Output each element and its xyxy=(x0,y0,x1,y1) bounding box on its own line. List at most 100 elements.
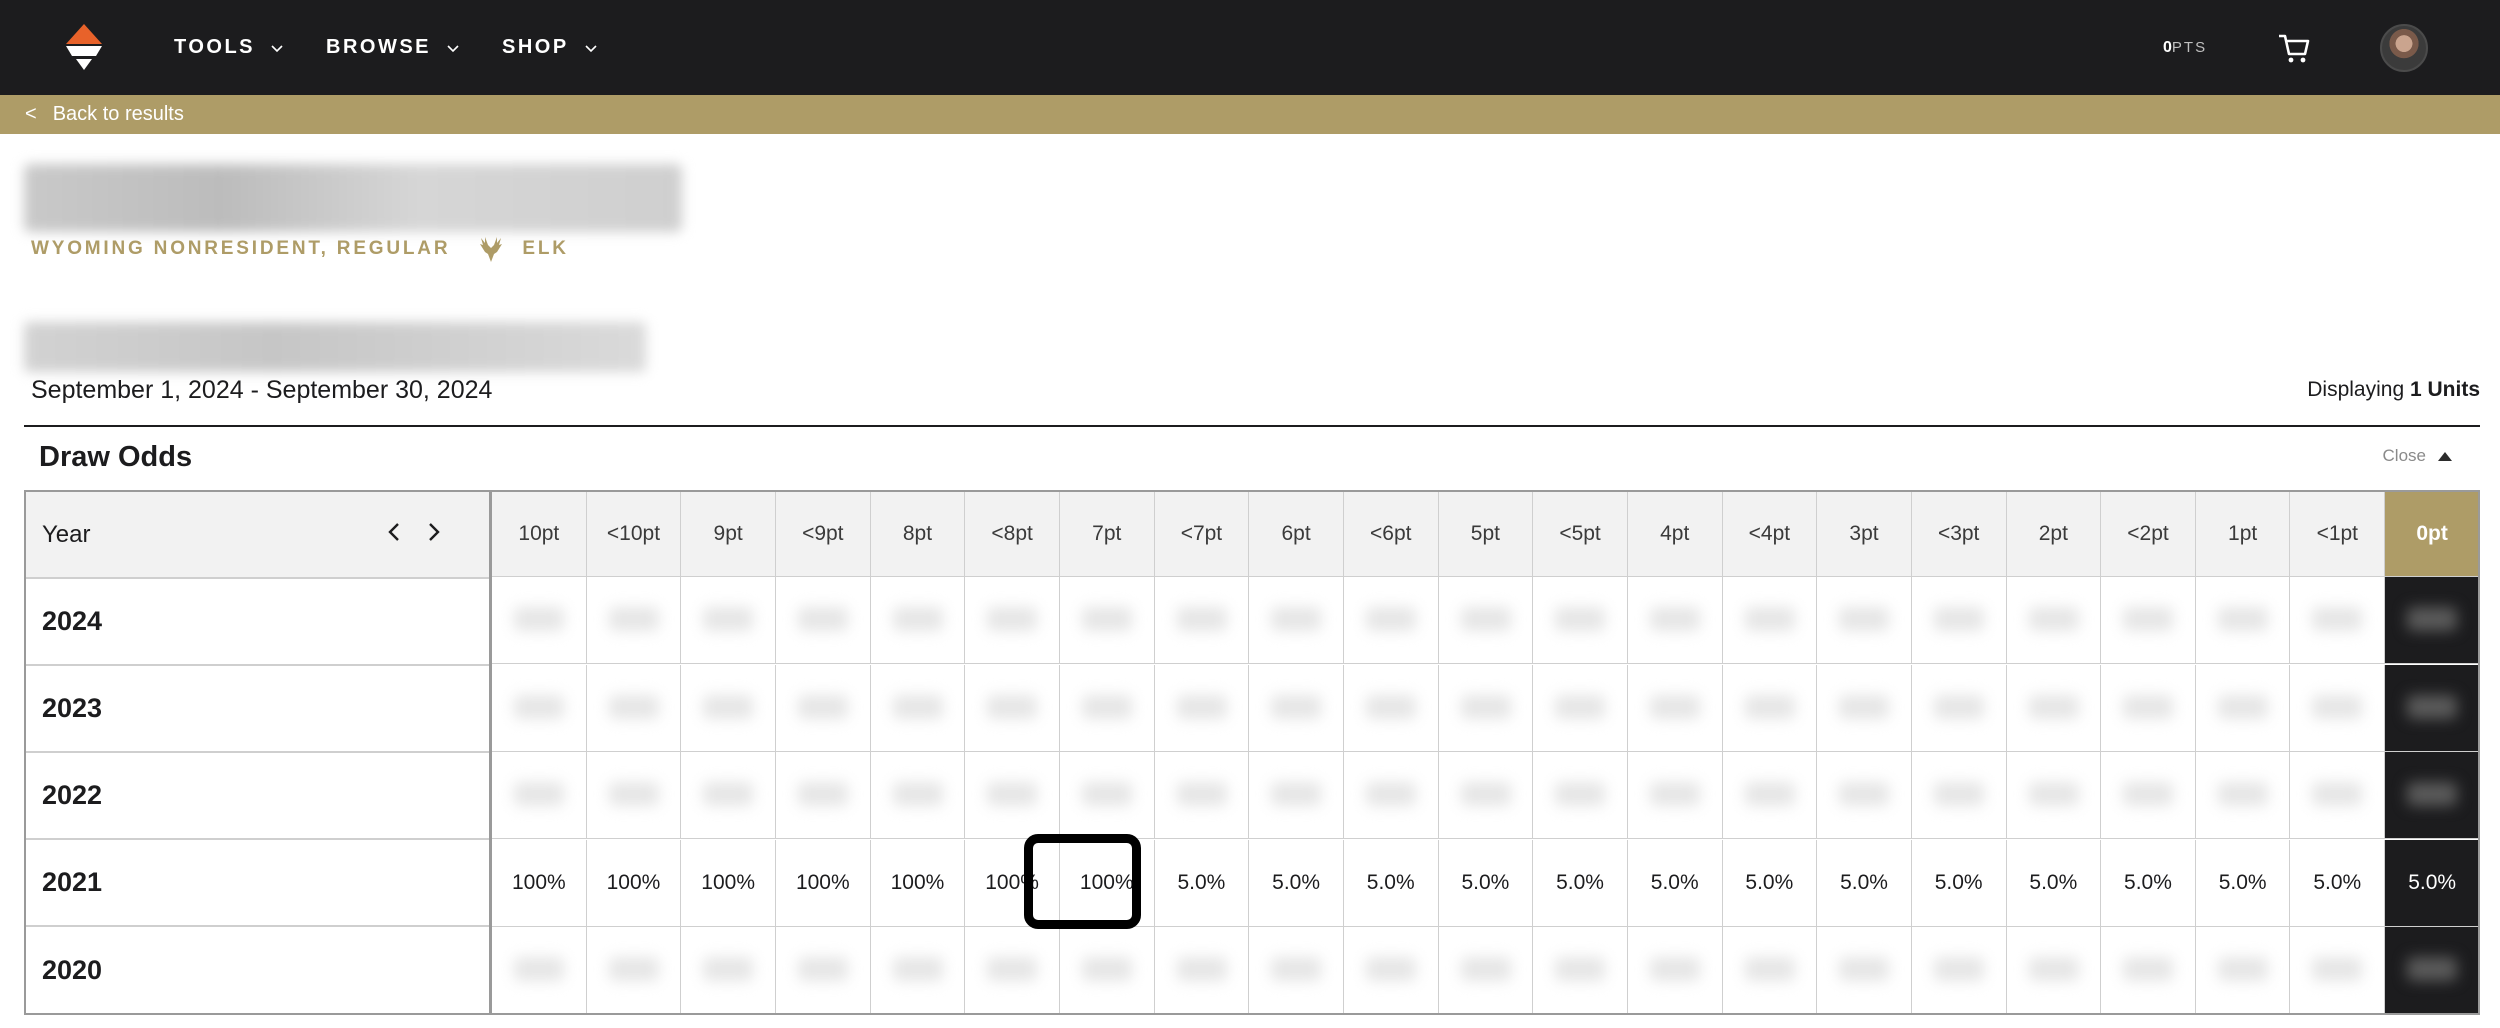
odds-cell-redacted xyxy=(492,664,587,752)
odds-cell-redacted xyxy=(1154,577,1250,664)
odds-cell-redacted xyxy=(2385,927,2481,1015)
odds-cell-redacted xyxy=(2195,664,2291,752)
odds-cell-redacted xyxy=(2385,577,2481,664)
odds-cell-redacted xyxy=(870,577,966,664)
points-column-header: <6pt xyxy=(1343,490,1439,577)
nav-shop-label: SHOP xyxy=(502,36,569,58)
odds-cell-redacted xyxy=(681,752,776,840)
odds-cell-redacted xyxy=(775,752,871,840)
odds-cell-redacted xyxy=(1817,752,1912,840)
odds-cell-redacted xyxy=(1533,577,1628,664)
points-column-header: 3pt xyxy=(1817,490,1912,577)
odds-cell-redacted xyxy=(965,752,1060,840)
odds-cell-redacted xyxy=(1627,752,1723,840)
nav-tools[interactable]: TOOLS xyxy=(174,0,285,95)
odds-cell-redacted xyxy=(1911,664,2007,752)
odds-cell: 100% xyxy=(586,839,682,927)
odds-cell: 5.0% xyxy=(1154,839,1250,927)
odds-cell-redacted xyxy=(1343,752,1439,840)
odds-row xyxy=(492,752,2481,840)
odds-cell-redacted xyxy=(1627,664,1723,752)
odds-cell-redacted xyxy=(1438,752,1534,840)
odds-cell: 5.0% xyxy=(1817,839,1912,927)
points-suffix: PTS xyxy=(2171,39,2208,56)
odds-cell-redacted xyxy=(2101,577,2196,664)
odds-cell-redacted xyxy=(2385,664,2481,752)
odds-cell-redacted xyxy=(870,752,966,840)
odds-cell: 5.0% xyxy=(1438,839,1534,927)
season-date-range: September 1, 2024 - September 30, 2024 xyxy=(31,376,493,404)
year-header: Year xyxy=(26,492,489,579)
odds-cell-redacted xyxy=(2195,577,2291,664)
points-column-header: <1pt xyxy=(2290,490,2386,577)
top-nav: TOOLS BROWSE SHOP 0 PTS xyxy=(0,0,2500,95)
points-column-header: <5pt xyxy=(1533,490,1628,577)
points-column-header: <10pt xyxy=(586,490,682,577)
odds-cell-redacted xyxy=(1533,664,1628,752)
odds-cell-redacted xyxy=(2006,927,2102,1015)
nav-browse[interactable]: BROWSE xyxy=(326,0,461,95)
points-column-header: 9pt xyxy=(681,490,776,577)
odds-cell-redacted xyxy=(2195,752,2291,840)
odds-cell-redacted xyxy=(1343,664,1439,752)
odds-cell-redacted xyxy=(1059,664,1155,752)
odds-cell-redacted xyxy=(1249,752,1344,840)
points-column-header: 0pt xyxy=(2385,490,2481,577)
nav-shop[interactable]: SHOP xyxy=(502,0,599,95)
points-value: 0 xyxy=(2163,38,2172,56)
points-column-header: 8pt xyxy=(870,490,966,577)
draw-odds-title: Draw Odds xyxy=(39,441,193,473)
odds-cell-redacted xyxy=(586,752,682,840)
points-column-header: <7pt xyxy=(1154,490,1250,577)
odds-cell-redacted xyxy=(775,664,871,752)
collapse-button[interactable]: Close xyxy=(2383,446,2452,466)
avatar[interactable] xyxy=(2380,24,2428,72)
odds-cell-redacted xyxy=(775,577,871,664)
odds-row xyxy=(492,577,2481,664)
points-column-header: <3pt xyxy=(1911,490,2007,577)
elk-icon xyxy=(480,237,503,262)
odds-cell-redacted xyxy=(1627,577,1723,664)
odds-cell-redacted xyxy=(681,577,776,664)
odds-cell-redacted xyxy=(1154,927,1250,1015)
points-column-header: 4pt xyxy=(1627,490,1723,577)
odds-cell-redacted xyxy=(1059,927,1155,1015)
year-row-label: 2020 xyxy=(42,955,103,985)
odds-cell-redacted xyxy=(1533,752,1628,840)
odds-cell-redacted xyxy=(1249,927,1344,1015)
points-badge[interactable]: 0 PTS xyxy=(2163,0,2207,95)
odds-cell-redacted xyxy=(1154,664,1250,752)
odds-cell-redacted xyxy=(2290,927,2386,1015)
odds-cell-redacted xyxy=(870,664,966,752)
chevron-left-icon[interactable] xyxy=(385,520,403,544)
odds-cell: 5.0% xyxy=(1343,839,1439,927)
odds-cell: 100% xyxy=(681,839,776,927)
odds-cell: 5.0% xyxy=(2290,839,2386,927)
odds-cell-redacted xyxy=(1817,664,1912,752)
hunt-title-redacted xyxy=(24,164,682,232)
subtitle-species: ELK xyxy=(522,238,569,259)
odds-cell: 5.0% xyxy=(2195,839,2291,927)
odds-cell: 100% xyxy=(775,839,871,927)
back-to-results-link[interactable]: < Back to results xyxy=(0,95,2500,134)
odds-cell-redacted xyxy=(1059,752,1155,840)
draw-odds-table: Year 2024 2023 2022 2021 2020 10pt <10pt 9… xyxy=(24,490,2481,1015)
chevron-down-icon xyxy=(585,44,597,52)
hunt-subtitle: WYOMING NONRESIDENT, REGULAR ELK xyxy=(31,237,569,262)
chevron-right-icon[interactable] xyxy=(425,520,443,544)
displaying-prefix: Displaying xyxy=(2307,378,2405,401)
odds-cell: 5.0% xyxy=(1249,839,1344,927)
odds-cell-redacted xyxy=(1343,927,1439,1015)
odds-cell-redacted xyxy=(2290,664,2386,752)
odds-cell-redacted xyxy=(2290,577,2386,664)
odds-cell-redacted xyxy=(492,927,587,1015)
odds-cell: 100% xyxy=(870,839,966,927)
odds-cell-redacted xyxy=(870,927,966,1015)
odds-cell-redacted xyxy=(1249,577,1344,664)
points-column-header: <9pt xyxy=(775,490,871,577)
close-label: Close xyxy=(2382,446,2426,465)
displaying-count: 1 Units xyxy=(2409,378,2480,401)
cart-icon[interactable] xyxy=(2276,30,2312,66)
points-column-header: 1pt xyxy=(2195,490,2291,577)
logo-icon[interactable] xyxy=(62,24,106,72)
